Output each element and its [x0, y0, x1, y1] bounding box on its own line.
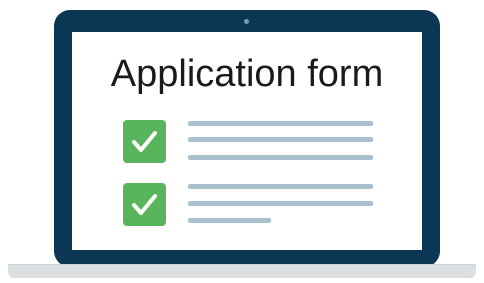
text-line — [188, 184, 373, 189]
text-line — [188, 201, 373, 206]
text-line — [188, 155, 373, 160]
form-title: Application form — [110, 53, 384, 95]
checkbox-2[interactable] — [123, 183, 166, 226]
checkmark-icon — [132, 194, 157, 215]
text-line — [188, 218, 271, 223]
text-line — [188, 137, 373, 142]
checkmark-icon — [132, 131, 157, 152]
laptop-base — [8, 264, 476, 278]
checkbox-1[interactable] — [123, 120, 166, 163]
camera-dot-icon — [244, 19, 249, 24]
text-line — [188, 121, 373, 126]
